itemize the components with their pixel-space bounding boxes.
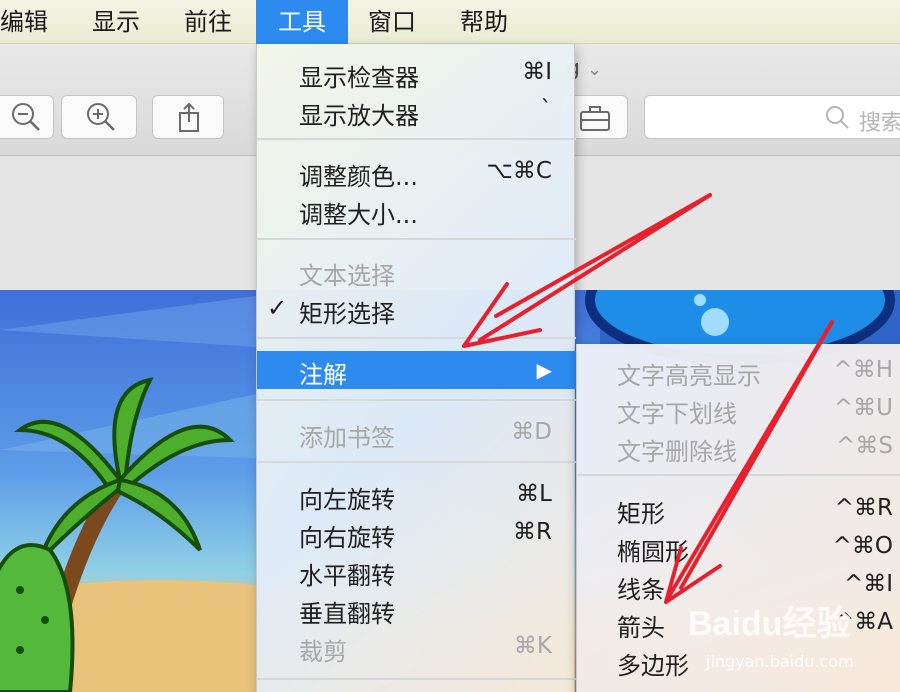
toolbox-icon: [580, 106, 610, 131]
submenu-item-highlight-text: 文字高亮显示 ^⌘H: [577, 350, 900, 390]
share-icon: [179, 102, 199, 132]
menu-item-flip-vertical[interactable]: 垂直翻转: [257, 590, 576, 628]
menu-help[interactable]: 帮助: [448, 0, 520, 44]
menu-item-label: 文字下划线: [617, 400, 737, 428]
menu-item-show-inspector[interactable]: 显示检查器 ⌘I: [257, 54, 576, 92]
menu-item-label: 水平翻转: [299, 562, 395, 590]
menu-view[interactable]: 显示: [80, 0, 152, 44]
menu-separator: [257, 461, 576, 463]
menu-item-label: 星星: [617, 684, 665, 692]
zoom-out-icon: [12, 103, 40, 131]
menu-item-rectangular-selection[interactable]: ✓ 矩形选择: [257, 290, 576, 328]
menu-item-label: 向左旋转: [299, 486, 395, 514]
menu-item-label: 调整颜色...: [299, 163, 418, 191]
menu-item-label: 文字高亮显示: [617, 362, 761, 390]
menu-item-shortcut: ⌘D: [511, 419, 552, 445]
menu-item-label: 文字删除线: [617, 438, 737, 466]
menu-item-shortcut: `: [540, 97, 553, 123]
menu-item-shortcut: ⌘K: [513, 633, 552, 659]
menu-edit[interactable]: 编辑: [0, 0, 60, 44]
menu-item-shortcut: ^⌘R: [834, 495, 893, 521]
menu-item-show-magnifier[interactable]: 显示放大器 `: [257, 92, 576, 130]
menu-item-crop: 裁剪 ⌘K: [257, 628, 576, 666]
menu-go[interactable]: 前往: [172, 0, 244, 44]
menu-item-annotate[interactable]: 注解 ▶: [257, 351, 576, 389]
zoom-out-button[interactable]: [0, 95, 54, 139]
menu-item-flip-horizontal[interactable]: 水平翻转: [257, 552, 576, 590]
menu-item-label: 文本选择: [299, 262, 395, 290]
menu-window[interactable]: 窗口: [356, 0, 428, 44]
submenu-arrow-icon: ▶: [536, 358, 552, 382]
menu-item-label: 垂直翻转: [299, 600, 395, 628]
submenu-item-star[interactable]: 星星: [577, 678, 900, 692]
menu-item-label: 箭头: [617, 614, 665, 642]
baidu-watermark-logo: Baidu经验: [688, 605, 851, 643]
zoom-in-icon: [87, 103, 115, 131]
submenu-item-strikethrough-text: 文字删除线 ^⌘S: [577, 426, 900, 466]
menu-item-label: 裁剪: [299, 638, 347, 666]
menu-tools[interactable]: 工具: [256, 0, 348, 44]
menu-item-label: 矩形: [617, 500, 665, 528]
menu-item-label: 注解: [299, 361, 347, 389]
menu-separator: [577, 474, 900, 476]
submenu-item-underline-text: 文字下划线 ^⌘U: [577, 388, 900, 428]
menu-item-label: 矩形选择: [299, 300, 395, 328]
menu-item-label: 显示放大器: [299, 102, 419, 130]
menu-item-label: 线条: [617, 576, 665, 604]
search-placeholder: 搜索: [859, 111, 900, 136]
submenu-item-oval[interactable]: 椭圆形 ^⌘O: [577, 526, 900, 566]
menu-item-rotate-left[interactable]: 向左旋转 ⌘L: [257, 476, 576, 514]
menu-separator: [257, 678, 576, 680]
menu-item-text-selection: 文本选择: [257, 252, 576, 290]
menu-separator: [257, 138, 576, 140]
menu-separator: [257, 238, 576, 240]
tools-menu: 显示检查器 ⌘I 显示放大器 ` 调整颜色... ⌥⌘C 调整大小... 文本选…: [256, 44, 576, 692]
share-button[interactable]: [152, 95, 224, 139]
menu-item-label: 调整大小...: [299, 201, 418, 229]
menu-separator: [257, 399, 576, 401]
menu-bar: 编辑 显示 前往 工具 窗口 帮助: [0, 0, 900, 44]
menu-item-shortcut: ⌘R: [513, 519, 552, 545]
menu-item-shortcut: ^⌘O: [832, 533, 893, 559]
menu-item-shortcut: ^⌘U: [833, 395, 893, 421]
menu-separator: [257, 337, 576, 339]
menu-item-shortcut: ⌘L: [516, 481, 552, 507]
menu-item-label: 多边形: [617, 652, 689, 680]
menu-item-label: 显示检查器: [299, 64, 419, 92]
search-icon: [826, 106, 849, 129]
menu-item-shortcut: ⌥⌘C: [486, 158, 552, 184]
menu-item-adjust-size[interactable]: 调整大小...: [257, 191, 576, 229]
menu-item-shortcut: ^⌘I: [843, 571, 893, 597]
search-field[interactable]: 搜索: [644, 95, 900, 139]
menu-item-shortcut: ^⌘S: [836, 433, 893, 459]
menu-item-label: 添加书签: [299, 424, 395, 452]
menu-item-rotate-right[interactable]: 向右旋转 ⌘R: [257, 514, 576, 552]
zoom-in-button[interactable]: [61, 95, 137, 139]
menu-item-adjust-color[interactable]: 调整颜色... ⌥⌘C: [257, 153, 576, 191]
baidu-watermark-url: jingyan.baidu.com: [706, 652, 854, 671]
menu-item-add-bookmark: 添加书签 ⌘D: [257, 414, 576, 452]
checkmark-icon: ✓: [267, 294, 288, 322]
menu-item-shortcut: ^⌘H: [833, 357, 893, 383]
menu-item-label: 椭圆形: [617, 538, 689, 566]
menu-item-label: 向右旋转: [299, 524, 395, 552]
menu-item-shortcut: ⌘I: [522, 59, 552, 85]
submenu-item-rectangle[interactable]: 矩形 ^⌘R: [577, 488, 900, 528]
